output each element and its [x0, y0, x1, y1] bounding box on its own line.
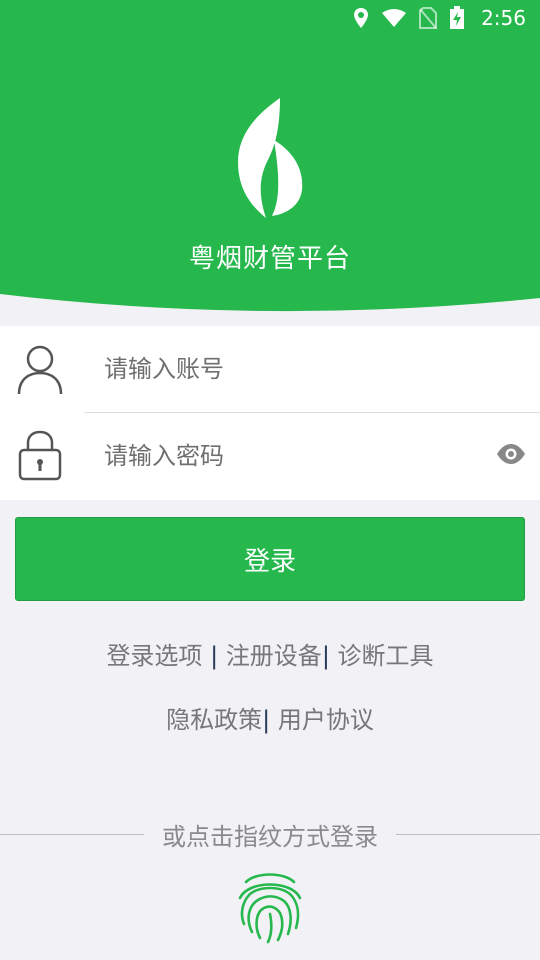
- fingerprint-icon[interactable]: [234, 868, 306, 944]
- link-separator: |: [210, 642, 219, 670]
- location-icon: [354, 8, 369, 28]
- link-separator: |: [262, 706, 271, 734]
- header: 2:56 粤烟财管平台: [0, 0, 540, 320]
- no-sim-icon: [419, 7, 438, 29]
- status-time: 2:56: [481, 6, 526, 30]
- wifi-icon: [382, 9, 407, 27]
- login-button[interactable]: 登录: [15, 517, 525, 601]
- register-device-link[interactable]: 注册设备: [226, 642, 322, 670]
- login-options-link[interactable]: 登录选项: [106, 642, 202, 670]
- fingerprint-label: 或点击指纹方式登录: [162, 822, 378, 851]
- app-title: 粤烟财管平台: [188, 244, 351, 274]
- account-input[interactable]: [104, 326, 484, 412]
- fingerprint-section: 或点击指纹方式登录: [0, 818, 540, 851]
- password-row: [0, 413, 540, 499]
- account-row: [0, 326, 540, 413]
- user-icon: [17, 345, 63, 395]
- status-bar: 2:56: [0, 0, 540, 36]
- password-input[interactable]: [104, 413, 484, 499]
- links-row-1: 登录选项 | 注册设备| 诊断工具: [0, 636, 540, 671]
- lock-icon: [18, 430, 62, 481]
- privacy-policy-link[interactable]: 隐私政策: [166, 706, 262, 734]
- eye-icon[interactable]: [496, 443, 526, 465]
- link-separator: |: [321, 642, 330, 670]
- links-row-2: 隐私政策| 用户协议: [0, 700, 540, 735]
- login-form: [0, 326, 540, 500]
- leaf-icon: [238, 98, 303, 218]
- divider-line-left: [0, 834, 144, 835]
- diagnostic-tools-link[interactable]: 诊断工具: [338, 642, 434, 670]
- divider-line-right: [396, 834, 540, 835]
- battery-charging-icon: [450, 6, 465, 29]
- user-agreement-link[interactable]: 用户协议: [278, 706, 374, 734]
